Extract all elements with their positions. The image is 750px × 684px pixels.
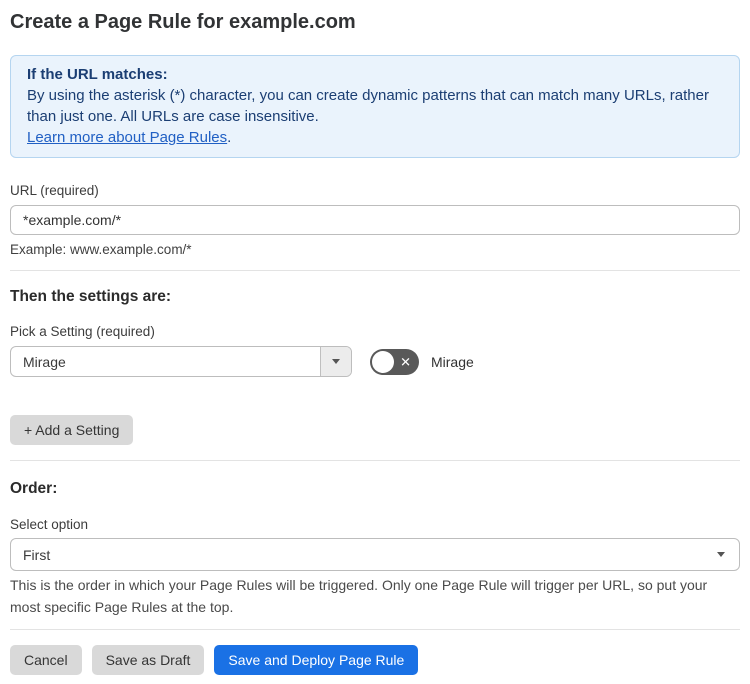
select-option-label: Select option (10, 517, 89, 532)
save-draft-button[interactable]: Save as Draft (91, 645, 205, 675)
url-example-text: Example: www.example.com/* (10, 242, 192, 257)
page-rule-form: Create a Page Rule for example.com If th… (0, 10, 750, 675)
info-box-heading: If the URL matches: (27, 66, 168, 83)
chevron-down-icon (332, 359, 340, 364)
setting-select[interactable]: Mirage (10, 346, 352, 377)
add-setting-button[interactable]: + Add a Setting (10, 415, 134, 445)
page-title: Create a Page Rule for example.com (10, 11, 356, 33)
learn-more-link[interactable]: Learn more about Page Rules (27, 129, 227, 146)
chevron-down-icon (717, 552, 725, 557)
divider (10, 460, 740, 461)
url-label: URL (required) (10, 183, 99, 198)
order-help-text: This is the order in which your Page Rul… (10, 577, 708, 615)
save-deploy-button[interactable]: Save and Deploy Page Rule (214, 645, 419, 675)
divider (10, 629, 740, 630)
cancel-button[interactable]: Cancel (10, 645, 82, 675)
url-input[interactable] (10, 205, 740, 235)
order-section-heading: Order: (10, 480, 58, 497)
info-box-link-line: Learn more about Page Rules. (27, 127, 723, 148)
divider (10, 270, 740, 271)
mirage-toggle[interactable]: ✕ (370, 348, 419, 375)
setting-row: Mirage ✕ Mirage (10, 346, 740, 377)
setting-select-value: Mirage (23, 353, 66, 370)
footer-buttons: Cancel Save as Draft Save and Deploy Pag… (10, 645, 740, 675)
order-select-value: First (23, 546, 51, 563)
toggle-off-x-icon: ✕ (400, 354, 411, 369)
order-select[interactable]: First (10, 538, 740, 571)
info-box-body: By using the asterisk (*) character, you… (27, 87, 709, 125)
settings-section-heading: Then the settings are: (10, 288, 172, 305)
link-period: . (227, 129, 232, 146)
url-match-info-box: If the URL matches: By using the asteris… (10, 55, 740, 158)
toggle-label: Mirage (431, 353, 474, 370)
setting-select-arrow-button[interactable] (320, 347, 351, 376)
pick-setting-label: Pick a Setting (required) (10, 324, 155, 339)
toggle-knob (372, 350, 394, 373)
